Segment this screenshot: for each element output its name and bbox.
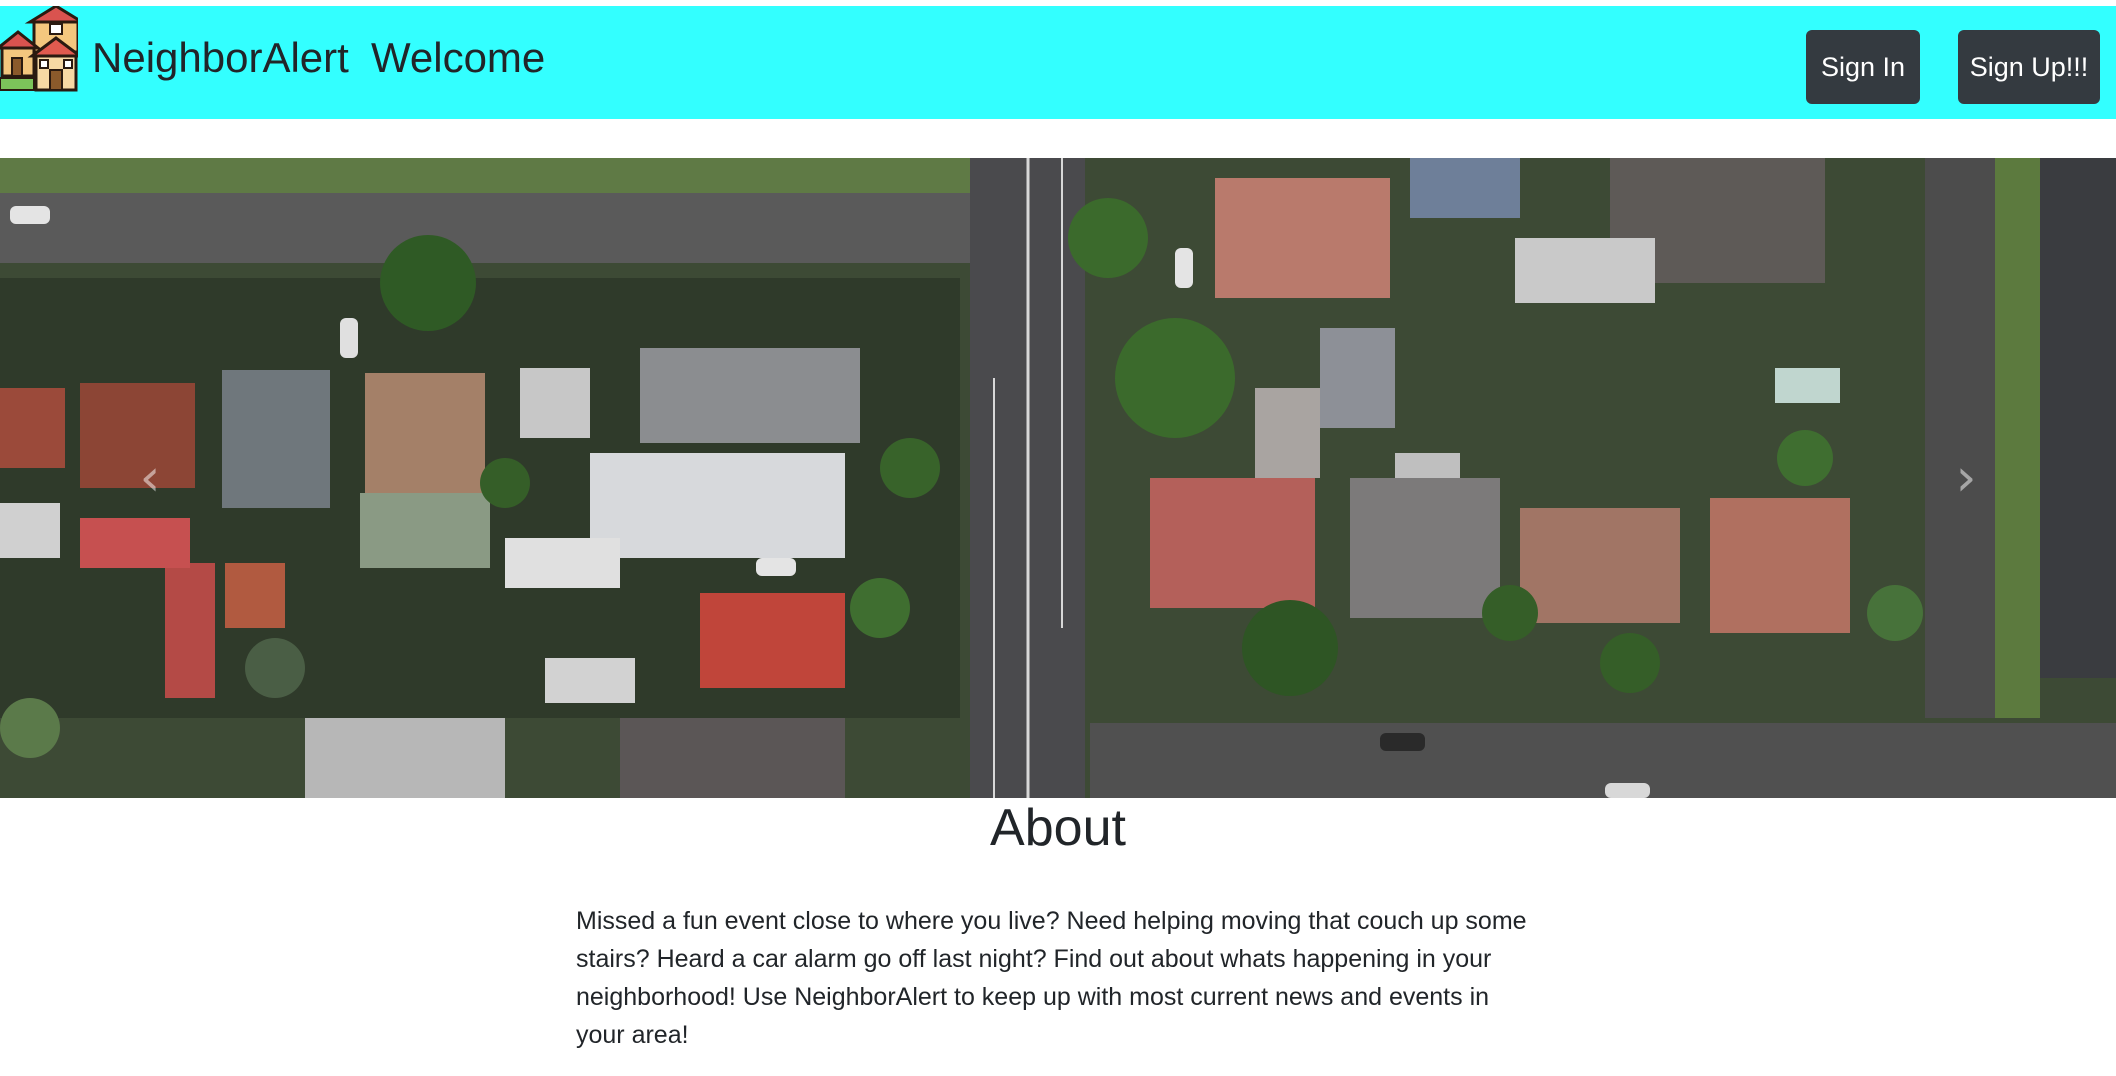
welcome-link[interactable]: Welcome xyxy=(371,34,545,82)
image-carousel: ‹ › xyxy=(0,158,2116,798)
carousel-prev-control[interactable]: ‹ xyxy=(0,158,300,798)
sign-up-button[interactable]: Sign Up!!! xyxy=(1958,30,2100,104)
about-description: Missed a fun event close to where you li… xyxy=(576,907,1527,1049)
sign-in-button[interactable]: Sign In xyxy=(1806,30,1920,104)
navbar: NeighborAlert Welcome Sign In Sign Up!!! xyxy=(0,6,2116,119)
carousel-next-control[interactable]: › xyxy=(1816,158,2116,798)
aerial-neighborhood-photo xyxy=(0,158,2116,798)
about-heading: About xyxy=(990,799,1126,857)
chevron-left-icon: ‹ xyxy=(139,448,161,508)
chevron-right-icon: › xyxy=(1955,448,1977,508)
houses-icon[interactable] xyxy=(0,6,78,92)
brand-link[interactable]: NeighborAlert xyxy=(92,34,349,82)
